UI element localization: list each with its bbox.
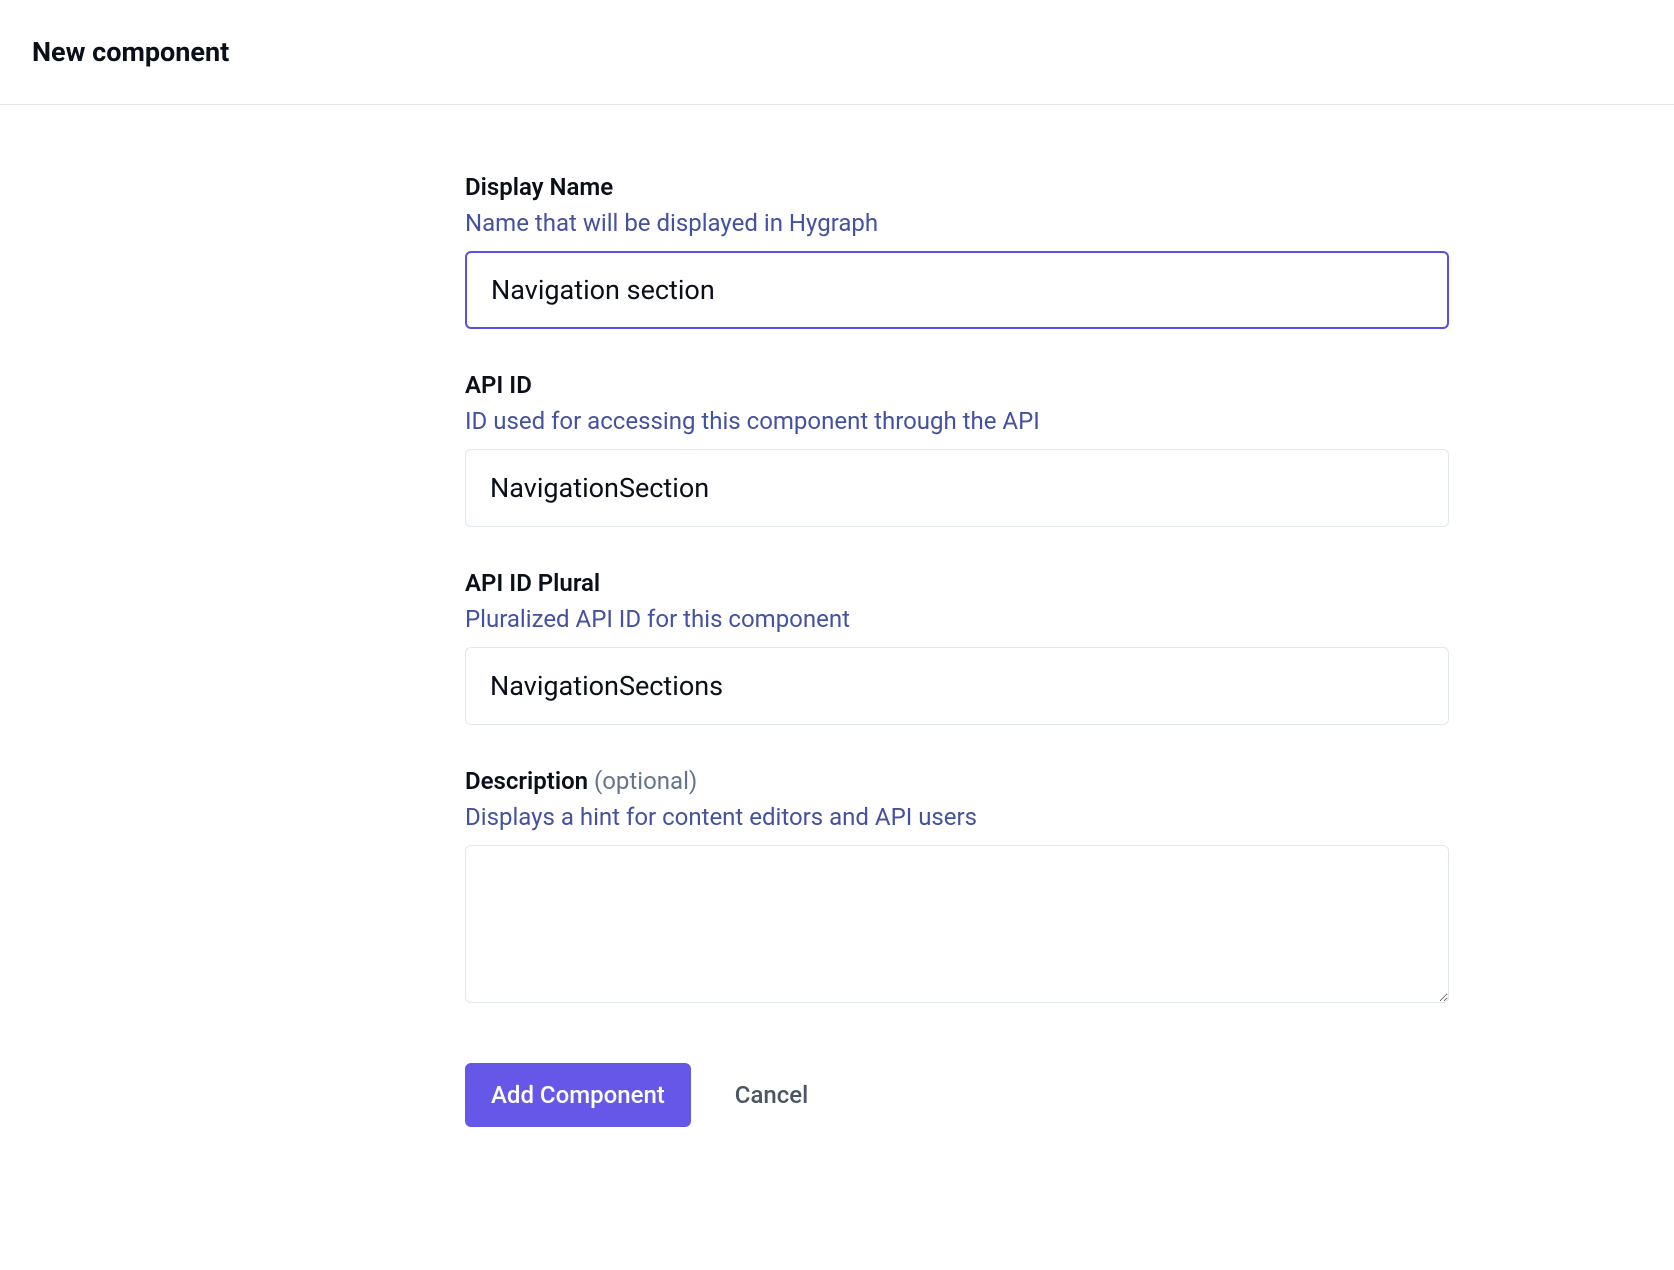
description-help: Displays a hint for content editors and … [465,803,1449,831]
add-component-button[interactable]: Add Component [465,1063,691,1127]
form-content: Display Name Name that will be displayed… [0,105,1674,1127]
field-display-name: Display Name Name that will be displayed… [465,173,1449,329]
description-label: Description (optional) [465,767,1449,795]
display-name-label: Display Name [465,173,1449,201]
description-label-text: Description [465,767,588,795]
field-api-id-plural: API ID Plural Pluralized API ID for this… [465,569,1449,725]
api-id-plural-label: API ID Plural [465,569,1449,597]
api-id-plural-help: Pluralized API ID for this component [465,605,1449,633]
display-name-help: Name that will be displayed in Hygraph [465,209,1449,237]
description-textarea[interactable] [465,845,1449,1003]
page-title: New component [32,36,1642,68]
api-id-plural-input[interactable] [465,647,1449,725]
display-name-input[interactable] [465,251,1449,329]
field-description: Description (optional) Displays a hint f… [465,767,1449,1007]
api-id-input[interactable] [465,449,1449,527]
page-header: New component [0,0,1674,105]
api-id-help: ID used for accessing this component thr… [465,407,1449,435]
form-wrap: Display Name Name that will be displayed… [181,105,1493,1127]
field-api-id: API ID ID used for accessing this compon… [465,371,1449,527]
cancel-button[interactable]: Cancel [727,1063,816,1127]
api-id-label: API ID [465,371,1449,399]
form-actions: Add Component Cancel [465,1063,1449,1127]
description-optional-text: (optional) [594,767,697,795]
